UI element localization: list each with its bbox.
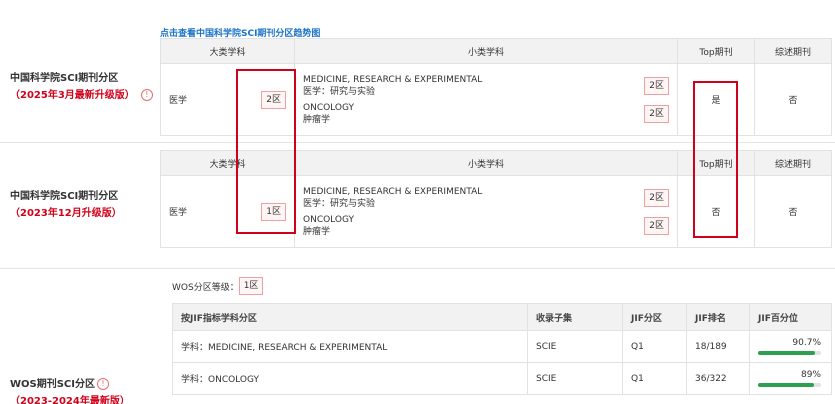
minor-subject-cell: MEDICINE, RESEARCH & EXPERIMENTAL 医学：研究与… xyxy=(294,175,678,248)
col-collection: 收录子集 xyxy=(527,303,623,331)
cas-2025-version: （2025年3月最新升级版） xyxy=(10,90,135,101)
cas-2023-title: 中国科学院SCI期刊分区 xyxy=(10,191,119,202)
col-review-journal: 综述期刊 xyxy=(754,150,832,176)
wos-grade: WOS分区等级： 1区 xyxy=(172,277,264,295)
wos-grade-label: WOS分区等级： xyxy=(172,282,239,293)
wos-grade-badge: 1区 xyxy=(238,277,264,295)
col-jif-rank: JIF排名 xyxy=(686,303,750,331)
jif-zone-value: Q1 xyxy=(622,330,687,363)
collection-value: SCIE xyxy=(527,330,623,363)
jif-percentile-value: 90.7% xyxy=(792,338,821,348)
cas-2025-title: 中国科学院SCI期刊分区 xyxy=(10,73,119,84)
info-circle-icon[interactable]: ! xyxy=(97,378,109,390)
cas-2025-label: 中国科学院SCI期刊分区 （2025年3月最新升级版）! xyxy=(10,69,153,101)
minor-subject-en: ONCOLOGY xyxy=(303,102,354,113)
minor-zone-badge: 2区 xyxy=(644,104,669,123)
major-subject-name: 医学 xyxy=(169,208,188,218)
jif-subject: 学科：ONCOLOGY xyxy=(172,362,528,395)
minor-zone-badge: 2区 xyxy=(644,188,669,207)
col-jif-subject: 按JIF指标学科分区 xyxy=(172,303,528,331)
col-jif-percentile: JIF百分位 xyxy=(749,303,832,331)
col-minor-subject: 小类学科 xyxy=(294,150,678,176)
wos-version: （2023-2024年最新版） xyxy=(10,396,130,404)
review-journal-value: 否 xyxy=(754,63,832,136)
minor-subject-zh: 医学：研究与实验 xyxy=(303,86,376,97)
minor-subject-en: MEDICINE, RESEARCH & EXPERIMENTAL xyxy=(303,74,483,85)
jif-rank-value: 18/189 xyxy=(686,330,750,363)
percentile-bar xyxy=(758,351,821,355)
review-journal-value: 否 xyxy=(754,175,832,248)
table-row: 学科：MEDICINE, RESEARCH & EXPERIMENTAL SCI… xyxy=(172,330,832,363)
percentile-bar xyxy=(758,383,821,387)
wos-label: WOS期刊SCI分区! （2023-2024年最新版） xyxy=(10,375,130,404)
cas-2023-label: 中国科学院SCI期刊分区 （2023年12月升级版） xyxy=(10,187,122,219)
jif-percentile-cell: 90.7% xyxy=(749,330,832,363)
major-subject-name: 医学 xyxy=(169,96,188,106)
col-top-journal: Top期刊 xyxy=(677,38,755,64)
minor-subject-cell: MEDICINE, RESEARCH & EXPERIMENTAL 医学：研究与… xyxy=(294,63,678,136)
minor-subject-en: ONCOLOGY xyxy=(303,214,354,225)
minor-subject-en: MEDICINE, RESEARCH & EXPERIMENTAL xyxy=(303,186,483,197)
section-divider xyxy=(0,268,835,269)
wos-table: 按JIF指标学科分区 收录子集 JIF分区 JIF排名 JIF百分位 学科：ME… xyxy=(172,303,832,395)
percentile-bar-fill xyxy=(758,383,815,387)
col-minor-subject: 小类学科 xyxy=(294,38,678,64)
minor-subject-zh: 肿瘤学 xyxy=(303,114,331,125)
percentile-bar-fill xyxy=(758,351,816,355)
table-row: 学科：ONCOLOGY SCIE Q1 36/322 89% xyxy=(172,362,832,395)
minor-zone-badge: 2区 xyxy=(644,216,669,235)
jif-percentile-cell: 89% xyxy=(749,362,832,395)
col-jif-zone: JIF分区 xyxy=(622,303,687,331)
jif-subject: 学科：MEDICINE, RESEARCH & EXPERIMENTAL xyxy=(172,330,528,363)
wos-title: WOS期刊SCI分区 xyxy=(10,379,95,390)
jif-rank-value: 36/322 xyxy=(686,362,750,395)
col-review-journal: 综述期刊 xyxy=(754,38,832,64)
jif-zone-value: Q1 xyxy=(622,362,687,395)
highlight-box-top-journal xyxy=(693,81,738,238)
info-circle-icon[interactable]: ! xyxy=(140,89,153,101)
col-major-subject: 大类学科 xyxy=(160,38,295,64)
cas-2023-version: （2023年12月升级版） xyxy=(10,208,122,219)
minor-zone-badge: 2区 xyxy=(644,76,669,95)
minor-subject-zh: 医学：研究与实验 xyxy=(303,198,376,209)
highlight-box-major-zone xyxy=(236,69,296,234)
jif-percentile-value: 89% xyxy=(800,370,821,380)
collection-value: SCIE xyxy=(527,362,623,395)
minor-subject-zh: 肿瘤学 xyxy=(303,226,331,237)
